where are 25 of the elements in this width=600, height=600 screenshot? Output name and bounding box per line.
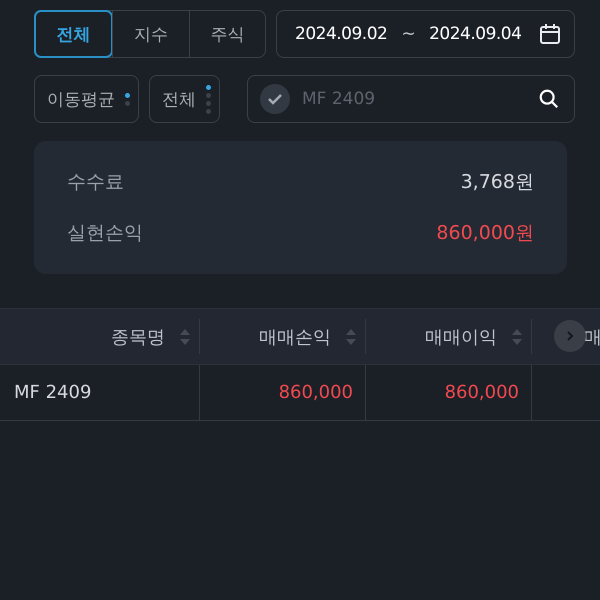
scroll-right-button[interactable] [554, 320, 586, 352]
tab[interactable]: 전체 [34, 10, 114, 58]
start-date: 2024.09.02 [295, 24, 388, 44]
table-cell: MF 2409 [14, 382, 92, 403]
search-icon[interactable] [538, 88, 560, 110]
column-header[interactable]: 종목명 [111, 324, 165, 348]
column-header[interactable]: 매매이익 [425, 324, 497, 348]
summary-value: 860,000원 [436, 221, 534, 246]
search-bar[interactable]: MF 2409 [247, 75, 575, 123]
date-range-field[interactable]: 2024.09.02 ~ 2024.09.04 [276, 10, 575, 58]
calendar-icon[interactable] [538, 22, 562, 46]
search-field[interactable]: MF 2409 [300, 88, 528, 110]
summary-label: 실현손익 [67, 221, 143, 246]
column-header[interactable]: 매매손익 [259, 324, 331, 348]
range-separator: ~ [401, 24, 416, 44]
select-dropdown[interactable]: 이동평균 [34, 75, 139, 123]
summary-label: 수수료 [67, 170, 124, 195]
summary-value: 3,768원 [460, 170, 534, 195]
table-cell: 860,000 [444, 382, 519, 403]
select-dropdown[interactable]: 전체 [149, 75, 220, 123]
check-icon [260, 84, 290, 114]
end-date: 2024.09.04 [429, 24, 522, 44]
tab[interactable]: 지수 [112, 11, 189, 57]
tab[interactable]: 주식 [188, 11, 265, 57]
table-cell: 860,000 [278, 382, 353, 403]
